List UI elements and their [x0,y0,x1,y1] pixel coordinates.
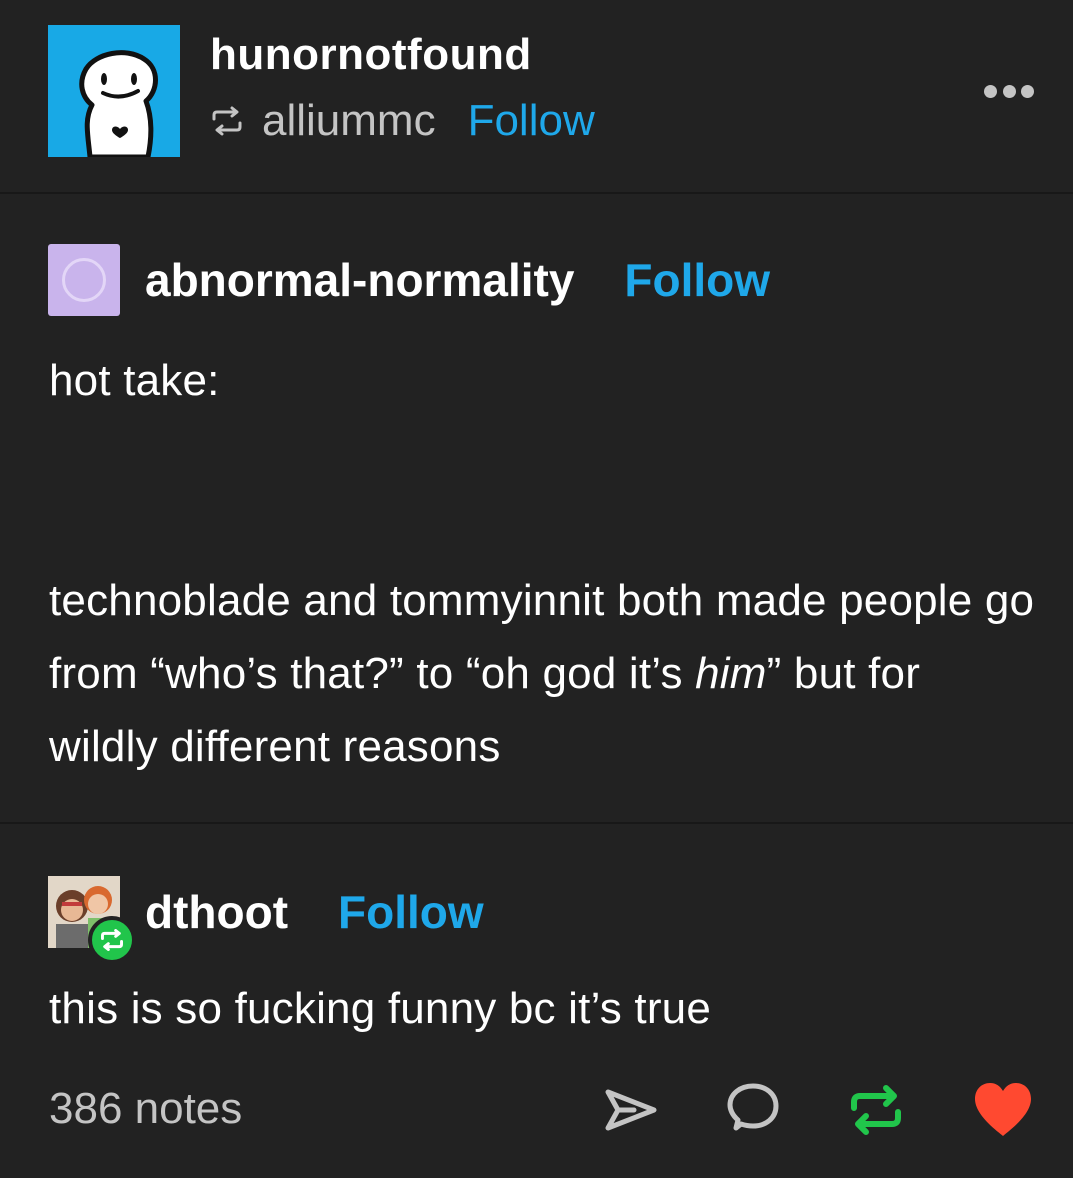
avatar[interactable] [48,25,180,157]
heart-icon[interactable] [972,1078,1032,1142]
follow-button[interactable]: Follow [624,253,770,307]
avatar-emblem [62,258,106,302]
post-text-line: hot take: [49,356,220,405]
reblog-icon[interactable] [846,1078,906,1142]
ellipsis-dot [1002,84,1016,98]
comment-icon[interactable] [722,1078,782,1142]
avatar[interactable] [48,876,136,964]
post-header: hunornotfound alliummc Follow [0,0,1073,192]
author-username[interactable]: abnormal-normality [145,253,574,307]
reblog-icon [212,106,242,136]
emphasized-text: him [695,649,767,698]
reblog-author: dthoot Follow [48,872,484,964]
avatar-image [48,25,180,157]
notes-count[interactable]: 386 notes [49,1084,242,1134]
reblog-source-name[interactable]: alliummc [262,96,436,146]
follow-button[interactable]: Follow [468,96,595,146]
reblog-badge-icon [88,916,136,964]
avatar[interactable] [48,244,120,316]
follow-button[interactable]: Follow [338,885,484,939]
author-username[interactable]: dthoot [145,885,288,939]
original-post-author: abnormal-normality Follow [48,244,770,316]
divider [0,192,1073,194]
ellipsis-icon[interactable] [984,82,1034,100]
reblog-source: alliummc Follow [210,95,595,147]
ellipsis-dot [984,84,997,98]
send-icon[interactable] [600,1078,660,1142]
post-body: technoblade and tommyinnit both made peo… [49,564,1039,783]
ellipsis-dot [1021,84,1034,98]
blog-username[interactable]: hunornotfound [210,30,532,80]
divider [0,822,1073,824]
reblog-comment: this is so fucking funny bc it’s true [49,984,712,1033]
